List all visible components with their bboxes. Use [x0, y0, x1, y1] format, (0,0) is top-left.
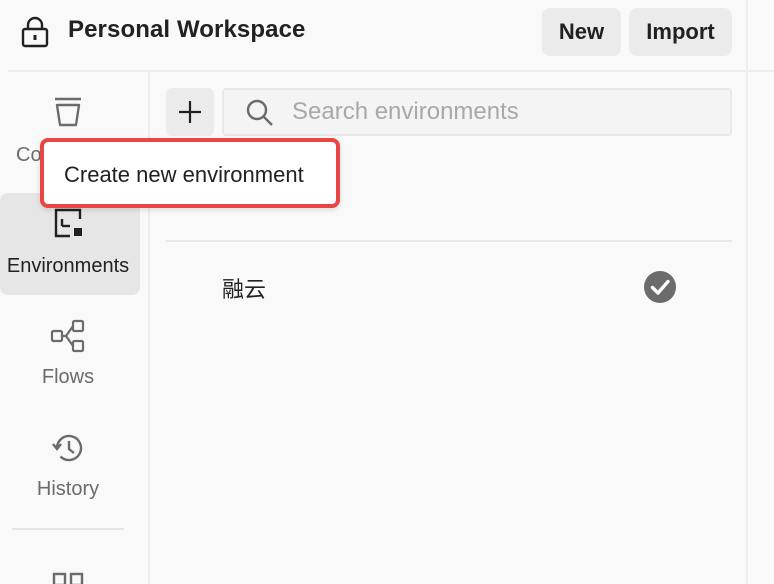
sidebar-item-label: History — [36, 478, 100, 500]
sidebar-item-label: Environments — [6, 255, 130, 277]
apps-grid-icon[interactable] — [50, 570, 86, 584]
lock-icon — [21, 16, 49, 48]
sidebar-item-label: Flows — [41, 366, 95, 388]
trash-icon — [55, 97, 81, 127]
sidebar-item-flows[interactable]: Flows — [0, 318, 140, 408]
search-icon — [246, 99, 273, 126]
app-window: Personal Workspace New Import Co Environ… — [0, 0, 774, 584]
tooltip-text: Create new environment — [64, 162, 304, 187]
workspace-header: Personal Workspace New Import — [0, 0, 748, 64]
header-divider — [8, 70, 774, 72]
check-circle-icon — [644, 271, 676, 303]
sidebar-separator — [12, 528, 124, 530]
environment-icon — [54, 208, 82, 238]
sidebar-item-environments[interactable]: Environments — [0, 193, 140, 295]
import-button[interactable]: Import — [629, 8, 732, 56]
workspace-title: Personal Workspace — [68, 16, 306, 43]
flows-icon — [50, 319, 85, 353]
sidebar-item-history[interactable]: History — [0, 430, 140, 520]
search-input[interactable] — [292, 94, 722, 130]
environment-list-item[interactable]: 融云 — [166, 256, 732, 318]
plus-icon — [179, 101, 201, 123]
new-button[interactable]: New — [542, 8, 621, 56]
tooltip: Create new environment — [40, 138, 340, 208]
list-divider — [166, 240, 732, 242]
history-icon — [52, 434, 83, 462]
add-environment-button[interactable] — [166, 88, 214, 136]
panel-right-border — [746, 0, 748, 584]
sidebar-item-label: Co — [16, 144, 42, 166]
environment-name: 融云 — [222, 277, 267, 302]
search-box[interactable] — [222, 88, 732, 136]
